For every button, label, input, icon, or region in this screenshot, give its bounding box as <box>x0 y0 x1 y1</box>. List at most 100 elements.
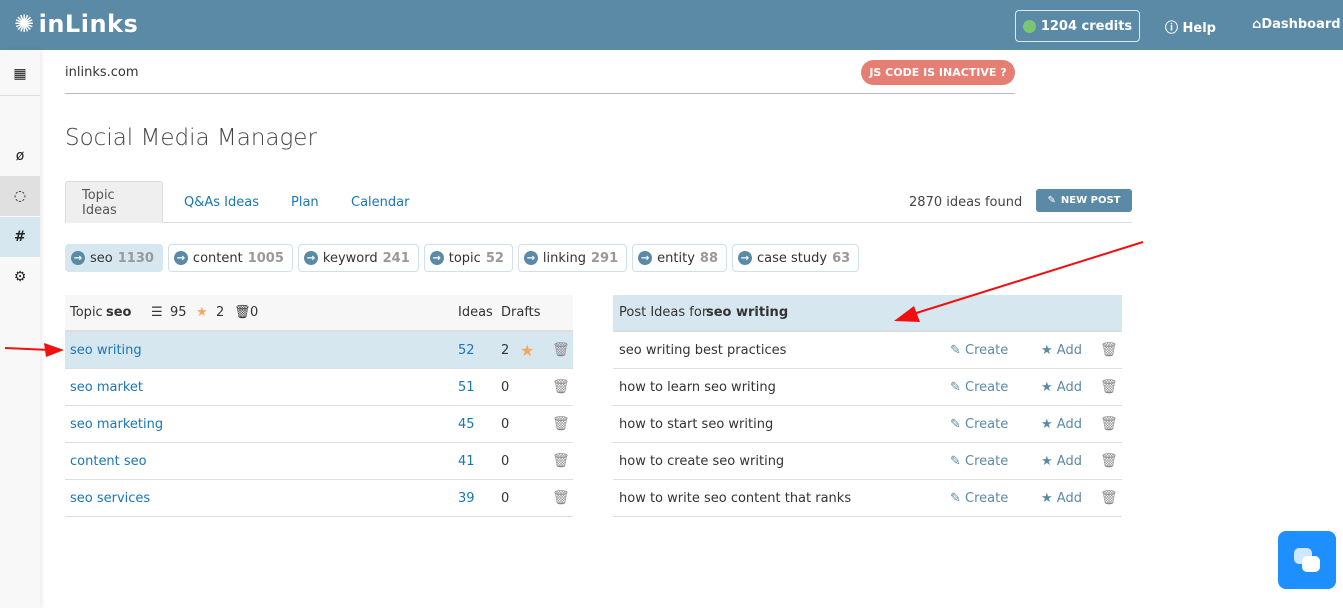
topic-link[interactable]: content seo <box>70 454 147 469</box>
table-row[interactable]: seo services 39 0 🗑 <box>65 480 573 517</box>
status-dot-icon <box>1022 19 1036 33</box>
table-row: how to write seo content that ranks ✎ Cr… <box>613 480 1122 517</box>
star-icon: ★ <box>1041 453 1057 469</box>
pencil-icon: ✎ <box>950 342 966 358</box>
trash-icon[interactable]: 🗑 <box>552 416 570 432</box>
trash-icon[interactable]: 🗑 <box>552 453 570 469</box>
ideas-found: 2870 ideas found <box>909 195 1023 210</box>
trash-icon[interactable]: 🗑 <box>1100 490 1118 506</box>
trash-icon[interactable]: 🗑 <box>1100 379 1118 395</box>
home-icon: ⌂ <box>1252 17 1262 32</box>
question-circle-icon: ⓘ <box>1165 21 1183 36</box>
create-button[interactable]: ✎ Create <box>950 380 1008 395</box>
post-idea: seo writing best practices <box>619 342 787 358</box>
chip[interactable]: → case study 63 <box>732 244 860 272</box>
table-header: Post Ideas for seo writing <box>613 295 1122 332</box>
post-idea: how to start seo writing <box>619 416 774 432</box>
question-icon: ? <box>1000 66 1007 79</box>
tab-plan[interactable]: Plan <box>275 181 335 223</box>
table-row: how to learn seo writing ✎ Create ★ Add … <box>613 369 1122 406</box>
trash-icon[interactable]: 🗑 <box>552 342 570 358</box>
topic-link[interactable]: seo writing <box>70 343 142 358</box>
ideas-count[interactable]: 41 <box>458 454 475 469</box>
add-button[interactable]: ★ Add <box>1041 454 1082 469</box>
ideas-count[interactable]: 51 <box>458 380 475 395</box>
add-button[interactable]: ★ Add <box>1041 491 1082 506</box>
list-icon: ☰ <box>151 305 163 320</box>
table-row[interactable]: seo writing 52 2 ★ 🗑 <box>65 332 573 369</box>
add-button[interactable]: ★ Add <box>1041 417 1082 432</box>
arrow-right-icon: → <box>303 251 318 265</box>
post-idea: how to create seo writing <box>619 453 785 469</box>
grid-icon[interactable]: ▦ <box>0 53 40 96</box>
red-arrowhead <box>44 343 64 357</box>
help-link[interactable]: ⓘ Help <box>1165 17 1216 36</box>
chip[interactable]: → keyword 241 <box>297 244 419 272</box>
credits-button[interactable]: 1204 credits <box>1015 10 1140 42</box>
drafts-count: 0 <box>501 379 510 395</box>
post-idea: how to write seo content that ranks <box>619 490 852 506</box>
add-button[interactable]: ★ Add <box>1041 380 1082 395</box>
trash-icon[interactable]: 🗑 <box>1100 416 1118 432</box>
create-button[interactable]: ✎ Create <box>950 491 1008 506</box>
table-row: how to start seo writing ✎ Create ★ Add … <box>613 406 1122 443</box>
chip[interactable]: → content 1005 <box>167 244 293 272</box>
hashtag-icon[interactable]: # <box>0 217 40 257</box>
pencil-icon: ✎ <box>950 490 966 506</box>
trash-icon[interactable]: 🗑 <box>1100 342 1118 358</box>
chat-widget-button[interactable] <box>1278 531 1336 589</box>
gear-icon[interactable]: ⚙ <box>0 257 40 297</box>
create-button[interactable]: ✎ Create <box>950 343 1008 358</box>
sunburst-icon: ✺ <box>14 10 35 38</box>
pencil-icon: ✎ <box>950 379 966 395</box>
table-row[interactable]: content seo 41 0 🗑 <box>65 443 573 480</box>
add-button[interactable]: ★ Add <box>1041 343 1082 358</box>
pencil-icon: ✎ <box>1047 195 1056 206</box>
tab-topic-ideas[interactable]: Topic Ideas <box>65 181 163 223</box>
chat-bubble-icon <box>1294 548 1320 572</box>
trash-icon: 🗑 <box>234 305 251 320</box>
table-row[interactable]: seo market 51 0 🗑 <box>65 369 573 406</box>
arrow-right-icon: → <box>523 251 538 265</box>
logo[interactable]: ✺ inLinks <box>14 10 138 38</box>
site-name: inlinks.com <box>65 65 139 80</box>
chip[interactable]: → entity 88 <box>632 244 727 272</box>
topic-link[interactable]: seo marketing <box>70 417 163 432</box>
ideas-count[interactable]: 45 <box>458 417 475 432</box>
trash-icon[interactable]: 🗑 <box>1100 453 1118 469</box>
dashboard-link[interactable]: ⌂Dashboard <box>1252 17 1341 32</box>
arrow-right-icon: → <box>173 251 188 265</box>
star-icon: ★ <box>1041 490 1057 506</box>
chat-icon[interactable]: ◌ <box>0 176 40 216</box>
chip[interactable]: → topic 52 <box>423 244 513 272</box>
trash-icon[interactable]: 🗑 <box>552 490 570 506</box>
pencil-icon: ✎ <box>950 416 966 432</box>
chip[interactable]: → linking 291 <box>517 244 628 272</box>
new-post-button[interactable]: ✎ NEW POST <box>1036 189 1132 212</box>
top-bar: ✺ inLinks 1204 credits ⓘ Help ⌂Dashboard <box>0 0 1343 50</box>
tab-qas-ideas[interactable]: Q&As Ideas <box>168 181 275 223</box>
table-row: how to create seo writing ✎ Create ★ Add… <box>613 443 1122 480</box>
feed-icon[interactable]: ø <box>0 136 40 176</box>
topic-link[interactable]: seo services <box>70 491 150 506</box>
trash-icon[interactable]: 🗑 <box>552 379 570 395</box>
tab-calendar[interactable]: Calendar <box>335 181 425 223</box>
ideas-count[interactable]: 52 <box>458 343 475 358</box>
ideas-count[interactable]: 39 <box>458 491 475 506</box>
topic-link[interactable]: seo market <box>70 380 143 395</box>
create-button[interactable]: ✎ Create <box>950 417 1008 432</box>
table-row[interactable]: seo marketing 45 0 🗑 <box>65 406 573 443</box>
create-button[interactable]: ✎ Create <box>950 454 1008 469</box>
js-status-badge[interactable]: JS CODE IS INACTIVE ? <box>861 60 1015 85</box>
table-header: Topic seo ☰ 95 ★ 2 🗑 0 Ideas Drafts <box>65 295 573 332</box>
sidebar: ▦ ø ◌ # ⚙ <box>0 50 40 608</box>
drafts-count: 0 <box>501 416 510 432</box>
chip[interactable]: → seo 1130 <box>65 244 163 272</box>
topic-chips: → seo 1130 → content 1005 → keyword 241 → topic… <box>65 244 860 272</box>
page-title: Social Media Manager <box>65 125 317 151</box>
arrow-right-icon: → <box>71 251 85 265</box>
star-icon: ★ <box>1041 379 1057 395</box>
divider <box>65 93 1015 94</box>
drafts-count: 0 <box>501 490 510 506</box>
star-icon[interactable]: ★ <box>520 341 534 360</box>
